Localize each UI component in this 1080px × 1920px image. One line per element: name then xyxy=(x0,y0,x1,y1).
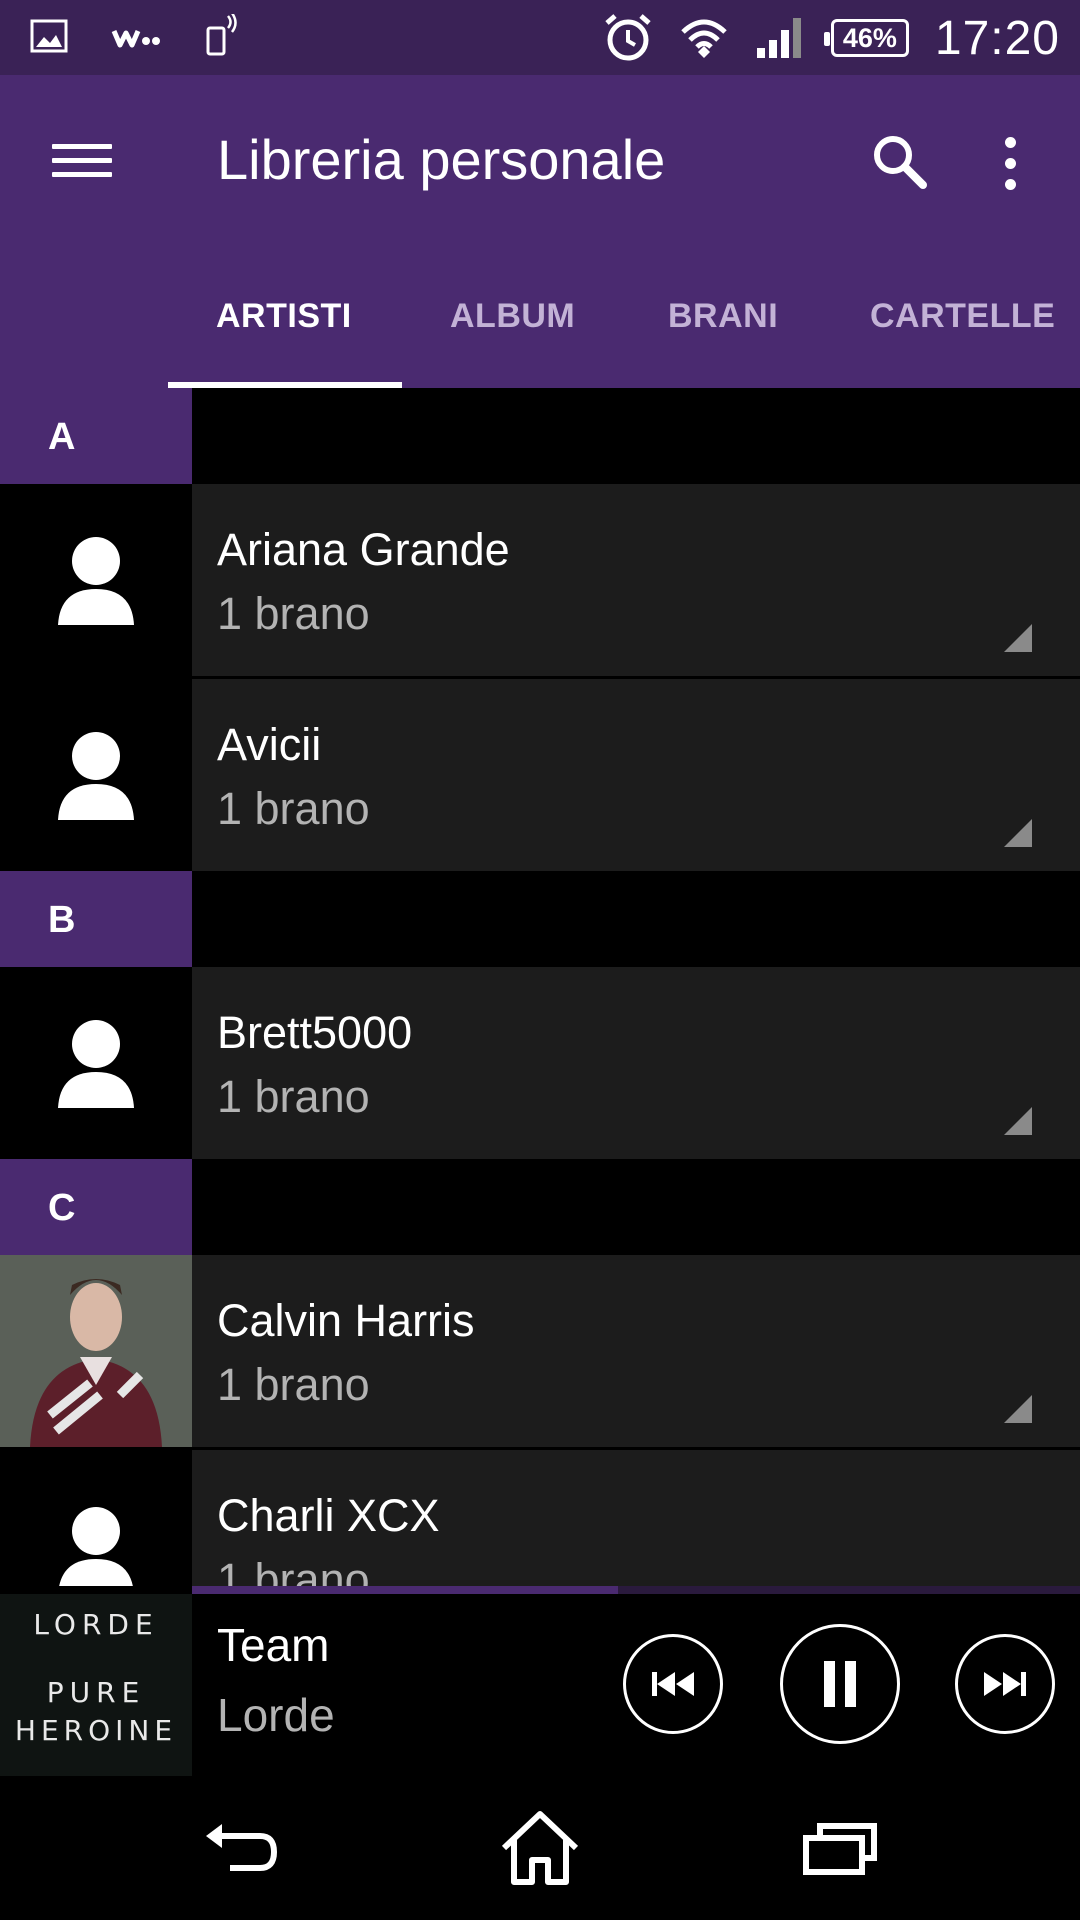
artist-row-charli-xcx[interactable]: Charli XCX 1 brano xyxy=(0,1450,1080,1586)
artist-row-avicii[interactable]: Avicii 1 brano xyxy=(0,679,1080,871)
playback-progress-bar[interactable] xyxy=(192,1586,1080,1594)
next-icon xyxy=(984,1672,1026,1696)
section-letter-box xyxy=(0,871,192,967)
artist-track-count: 1 brano xyxy=(217,1071,370,1122)
artist-track-count: 1 brano xyxy=(217,1359,370,1410)
previous-track-button[interactable] xyxy=(623,1634,723,1734)
artist-track-count: 1 brano xyxy=(217,783,370,834)
signal-icon xyxy=(756,18,801,58)
artist-row-brett5000[interactable]: Brett5000 1 brano xyxy=(0,967,1080,1159)
artist-row-ariana-grande[interactable]: Ariana Grande 1 brano xyxy=(0,484,1080,676)
artist-info: Ariana Grande 1 brano xyxy=(192,484,1080,676)
section-letter: B xyxy=(48,899,76,941)
section-letter: C xyxy=(48,1187,76,1229)
walkman-icon xyxy=(111,30,160,48)
expand-corner-icon[interactable] xyxy=(1004,624,1032,652)
image-icon xyxy=(30,19,68,53)
artist-info: Avicii 1 brano xyxy=(192,679,1080,871)
status-bar: 46% 17:20 xyxy=(0,0,1080,75)
tab-cartelle[interactable]: CARTELLE xyxy=(870,297,1055,336)
artist-photo xyxy=(0,1255,192,1447)
back-icon[interactable] xyxy=(190,1808,290,1888)
person-icon xyxy=(0,1450,192,1586)
artist-info: Charli XCX 1 brano xyxy=(192,1450,1080,1586)
more-vert-icon[interactable] xyxy=(990,127,1030,199)
system-nav-bar xyxy=(0,1776,1080,1920)
album-art-line: LORDE xyxy=(33,1608,159,1641)
page-title: Libreria personale xyxy=(217,128,666,191)
artist-name: Calvin Harris xyxy=(217,1295,475,1346)
section-header-b: B xyxy=(0,871,1080,967)
app-bar: Libreria personale ARTISTI ALBUM BRANI C… xyxy=(0,75,1080,388)
wifi-icon xyxy=(681,19,727,58)
album-art-line: HEROINE xyxy=(14,1714,178,1747)
artist-track-count: 1 brano xyxy=(217,1554,370,1586)
artist-row-calvin-harris[interactable]: Calvin Harris 1 brano xyxy=(0,1255,1080,1447)
section-letter-box xyxy=(0,388,192,484)
recents-icon[interactable] xyxy=(790,1808,890,1888)
tab-artisti[interactable]: ARTISTI xyxy=(216,297,352,336)
battery-level: 46% xyxy=(842,22,897,53)
section-header-c: C xyxy=(0,1159,1080,1255)
expand-corner-icon[interactable] xyxy=(1004,1395,1032,1423)
artist-name: Ariana Grande xyxy=(217,524,510,575)
pause-icon xyxy=(824,1661,856,1707)
artist-info: Calvin Harris 1 brano xyxy=(192,1255,1080,1447)
home-icon[interactable] xyxy=(490,1808,590,1888)
status-left-icons xyxy=(30,14,240,58)
phone-sync-icon xyxy=(206,14,237,56)
artist-name: Brett5000 xyxy=(217,1007,413,1058)
tab-album[interactable]: ALBUM xyxy=(450,297,575,336)
status-time: 17:20 xyxy=(934,11,1060,65)
search-icon[interactable] xyxy=(865,127,937,199)
status-right-icons: 46% 17:20 xyxy=(603,8,1060,68)
previous-icon xyxy=(652,1672,694,1696)
artist-track-count: 1 brano xyxy=(217,588,370,639)
pause-button[interactable] xyxy=(780,1624,900,1744)
tab-brani[interactable]: BRANI xyxy=(668,297,778,336)
person-icon xyxy=(0,679,192,871)
album-art-line: PURE xyxy=(46,1676,146,1709)
next-track-button[interactable] xyxy=(955,1634,1055,1734)
now-playing-artist: Lorde xyxy=(217,1689,335,1741)
section-letter: A xyxy=(48,416,76,458)
now-playing-bar[interactable]: LORDE PURE HEROINE Team Lorde xyxy=(0,1594,1080,1776)
album-art[interactable]: LORDE PURE HEROINE xyxy=(0,1594,192,1776)
section-header-a: A xyxy=(0,388,1080,484)
person-icon xyxy=(0,484,192,676)
alarm-icon xyxy=(605,14,651,61)
artist-name: Avicii xyxy=(217,719,322,770)
expand-corner-icon[interactable] xyxy=(1004,1107,1032,1135)
person-icon xyxy=(0,967,192,1159)
artist-info: Brett5000 1 brano xyxy=(192,967,1080,1159)
playback-progress-fill xyxy=(192,1586,619,1594)
section-letter-box xyxy=(0,1159,192,1255)
artist-name: Charli XCX xyxy=(217,1490,440,1541)
battery-icon: 46% xyxy=(823,19,909,57)
hamburger-menu-icon[interactable] xyxy=(44,135,120,193)
expand-corner-icon[interactable] xyxy=(1004,819,1032,847)
now-playing-title: Team xyxy=(217,1619,330,1671)
